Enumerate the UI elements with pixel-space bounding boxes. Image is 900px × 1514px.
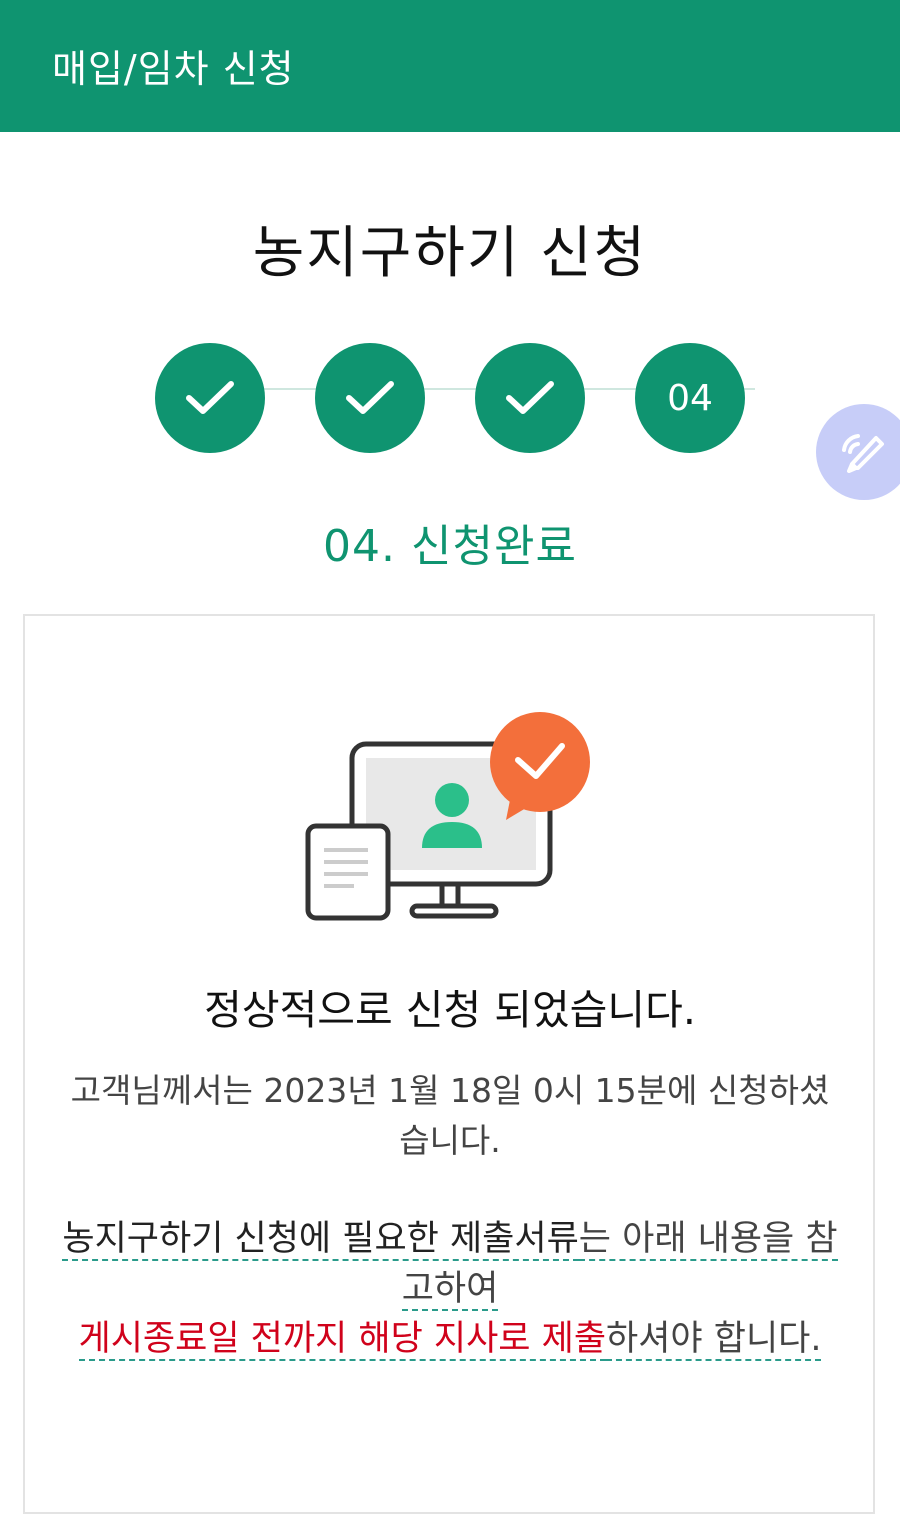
step-3-done <box>475 343 585 453</box>
floating-edit-button[interactable] <box>816 404 900 500</box>
step-indicator: 04 <box>155 343 755 453</box>
step-1-done <box>155 343 265 453</box>
step-4-number: 04 <box>667 377 713 419</box>
check-icon <box>346 381 394 414</box>
step-2-done <box>315 343 425 453</box>
header-title: 매입/임차 신청 <box>52 47 295 91</box>
notice-required-documents: 농지구하기 신청에 필요한 제출서류 <box>62 1219 579 1261</box>
check-icon <box>506 381 554 414</box>
app-header: 매입/임차 신청 <box>0 0 900 132</box>
submission-notice: 농지구하기 신청에 필요한 제출서류는 아래 내용을 참고하여 게시종료일 전까… <box>55 1214 845 1364</box>
notice-must-submit-text: 하셔야 합니다. <box>606 1319 822 1361</box>
current-step-label: 04. 신청완료 <box>323 521 577 572</box>
pencil-wifi-icon <box>842 434 884 473</box>
notice-deadline-warning: 게시종료일 전까지 해당 지사로 제출 <box>78 1319 607 1361</box>
step-4-current: 04 <box>635 343 745 453</box>
page-title: 농지구하기 신청 <box>252 221 648 286</box>
monitor-user-check-illustration <box>305 712 590 921</box>
result-title: 정상적으로 신청 되었습니다. <box>204 986 696 1034</box>
result-subtitle: 고객님께서는 2023년 1월 18일 0시 15분에 신청하셨습니다. <box>70 1071 830 1160</box>
check-icon <box>186 381 234 414</box>
